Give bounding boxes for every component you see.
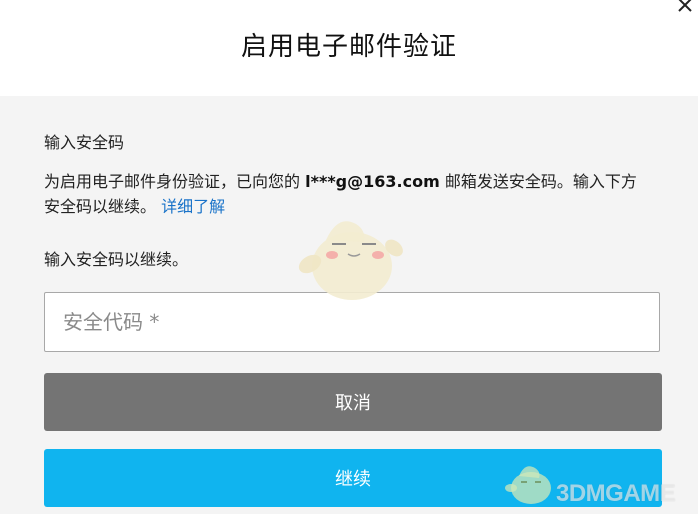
security-code-heading: 输入安全码: [44, 133, 125, 152]
cancel-button[interactable]: 取消: [44, 373, 662, 431]
instruction-prefix: 为启用电子邮件身份验证，已向您的: [44, 172, 306, 191]
email-verification-dialog: 启用电子邮件验证 输入安全码 为启用电子邮件身份验证，已向您的 l***g@16…: [0, 0, 698, 514]
mascot-icon: [298, 221, 403, 300]
watermark-text: 3DMGAME: [556, 480, 676, 507]
dialog-header: 启用电子邮件验证: [0, 0, 698, 96]
masked-email: l***g@163.com: [305, 172, 440, 191]
dialog-title: 启用电子邮件验证: [240, 32, 457, 62]
enter-code-label: 输入安全码以继续。: [44, 250, 189, 269]
learn-more-link[interactable]: 详细了解: [161, 197, 225, 216]
close-button[interactable]: [672, 0, 698, 18]
watermark-mascot-icon: [505, 466, 551, 504]
close-icon: [678, 0, 692, 12]
